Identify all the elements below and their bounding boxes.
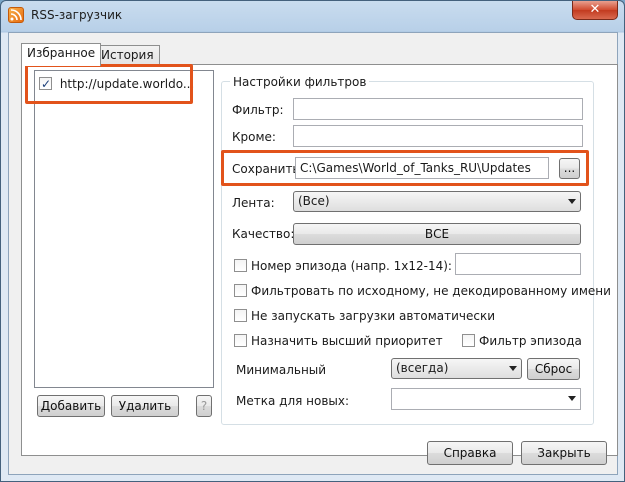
window-title: RSS-загрузчик — [31, 8, 123, 22]
feed-list[interactable]: http://update.worldo... — [34, 70, 214, 388]
feed-url: http://update.worldo... — [59, 77, 195, 91]
filter-label: Фильтр: — [232, 103, 284, 117]
episode-number-checkbox[interactable] — [234, 259, 247, 272]
rss-icon — [8, 7, 24, 23]
filter-original-name-checkbox[interactable] — [234, 284, 247, 297]
save-to-label: Сохранить — [232, 162, 300, 176]
filter-settings-title: Настройки фильтров — [230, 75, 370, 89]
minimal-select[interactable]: (всегда) — [391, 358, 522, 379]
episode-number-option[interactable]: Номер эпизода (напр. 1x12-14): — [234, 259, 452, 273]
high-priority-label: Назначить высший приоритет — [251, 334, 443, 348]
no-auto-start-label: Не запускать загрузки автоматически — [251, 309, 496, 323]
minimal-select-value: (всегда) — [396, 361, 449, 375]
title-bar[interactable]: RSS-загрузчик ✕ — [1, 1, 624, 31]
except-label: Кроме: — [232, 130, 276, 144]
chevron-down-icon — [509, 366, 517, 371]
episode-filter-option[interactable]: Фильтр эпизода — [462, 334, 582, 348]
close-icon: ✕ — [589, 2, 601, 17]
quality-button[interactable]: ВСЕ — [293, 223, 581, 245]
rss-downloader-window: RSS-загрузчик ✕ Избранное История http:/… — [0, 0, 625, 482]
no-auto-start-option[interactable]: Не запускать загрузки автоматически — [234, 309, 495, 323]
remove-feed-button[interactable]: Удалить — [111, 395, 179, 417]
high-priority-checkbox[interactable] — [234, 334, 247, 347]
favorites-tab-pane: http://update.worldo... Добавить Удалить… — [21, 64, 618, 456]
tab-favorites-label: Избранное — [27, 46, 96, 60]
tab-favorites[interactable]: Избранное — [21, 43, 102, 66]
quality-label: Качество: — [232, 227, 295, 241]
tab-history-label: История — [101, 48, 154, 62]
filter-original-name-label: Фильтровать по исходному, не декодирован… — [251, 284, 611, 298]
chevron-down-icon — [568, 199, 576, 204]
episode-filter-label: Фильтр эпизода — [479, 334, 582, 348]
dialog-client-area: Избранное История http://update.worldo..… — [8, 32, 618, 475]
save-path-input[interactable]: C:\Games\World_of_Tanks_RU\Updates — [295, 157, 549, 179]
reset-button[interactable]: Сброс — [527, 358, 580, 380]
episode-filter-checkbox[interactable] — [462, 334, 475, 347]
close-button[interactable]: Закрыть — [521, 441, 607, 465]
feed-list-item[interactable]: http://update.worldo... — [39, 75, 194, 93]
minimal-label: Минимальный — [236, 363, 327, 377]
high-priority-option[interactable]: Назначить высший приоритет — [234, 334, 443, 348]
browse-button[interactable]: ... — [559, 158, 580, 179]
feed-select-value: (Все) — [298, 194, 330, 208]
filter-original-name-option[interactable]: Фильтровать по исходному, не декодирован… — [234, 284, 611, 298]
episode-number-label: Номер эпизода (напр. 1x12-14): — [251, 259, 452, 273]
filter-input[interactable] — [293, 98, 583, 120]
close-window-button[interactable]: ✕ — [572, 1, 618, 20]
no-auto-start-checkbox[interactable] — [234, 309, 247, 322]
help-button[interactable]: Справка — [427, 441, 513, 465]
episode-number-input[interactable] — [455, 253, 581, 275]
add-feed-button[interactable]: Добавить — [37, 395, 105, 417]
feed-filter-label: Лента: — [232, 196, 275, 210]
help-question-button[interactable]: ? — [196, 395, 212, 417]
label-for-new-combo[interactable] — [391, 388, 581, 410]
tab-history[interactable]: История — [95, 45, 160, 66]
except-input[interactable] — [293, 125, 583, 147]
feed-select[interactable]: (Все) — [293, 191, 581, 212]
chevron-down-icon — [568, 396, 576, 401]
feed-checkbox[interactable] — [39, 75, 52, 93]
label-for-new-label: Метка для новых: — [236, 394, 350, 408]
